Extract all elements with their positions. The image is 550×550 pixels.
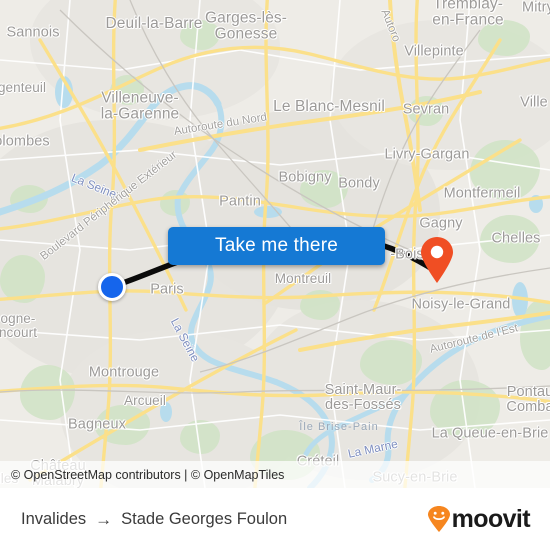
- map-canvas[interactable]: Sannois Deuil-la-Barre Garges-lès- Gonesse…: [0, 0, 550, 488]
- trip-origin-label: Invalides: [21, 509, 87, 528]
- attribution-text: © OpenStreetMap contributors | © OpenMap…: [11, 467, 285, 482]
- trip-summary: Invalides → Stade Georges Foulon: [21, 510, 287, 529]
- destination-marker[interactable]: [420, 237, 454, 283]
- trip-map-screen: Sannois Deuil-la-Barre Garges-lès- Gonesse…: [0, 0, 550, 550]
- take-me-there-button[interactable]: Take me there: [168, 227, 385, 265]
- take-me-there-label: Take me there: [215, 235, 338, 256]
- map-attribution: © OpenStreetMap contributors | © OpenMap…: [0, 461, 550, 488]
- map-pin-icon: [421, 237, 453, 283]
- moovit-pin-smile-icon: [427, 506, 450, 532]
- moovit-wordmark: moovit: [451, 504, 531, 533]
- origin-marker[interactable]: [98, 273, 126, 301]
- arrow-right-icon: →: [95, 509, 113, 529]
- trip-destination-label: Stade Georges Foulon: [121, 509, 288, 528]
- footer-bar: Invalides → Stade Georges Foulon moovit: [0, 488, 550, 550]
- moovit-logo[interactable]: moovit: [427, 504, 531, 533]
